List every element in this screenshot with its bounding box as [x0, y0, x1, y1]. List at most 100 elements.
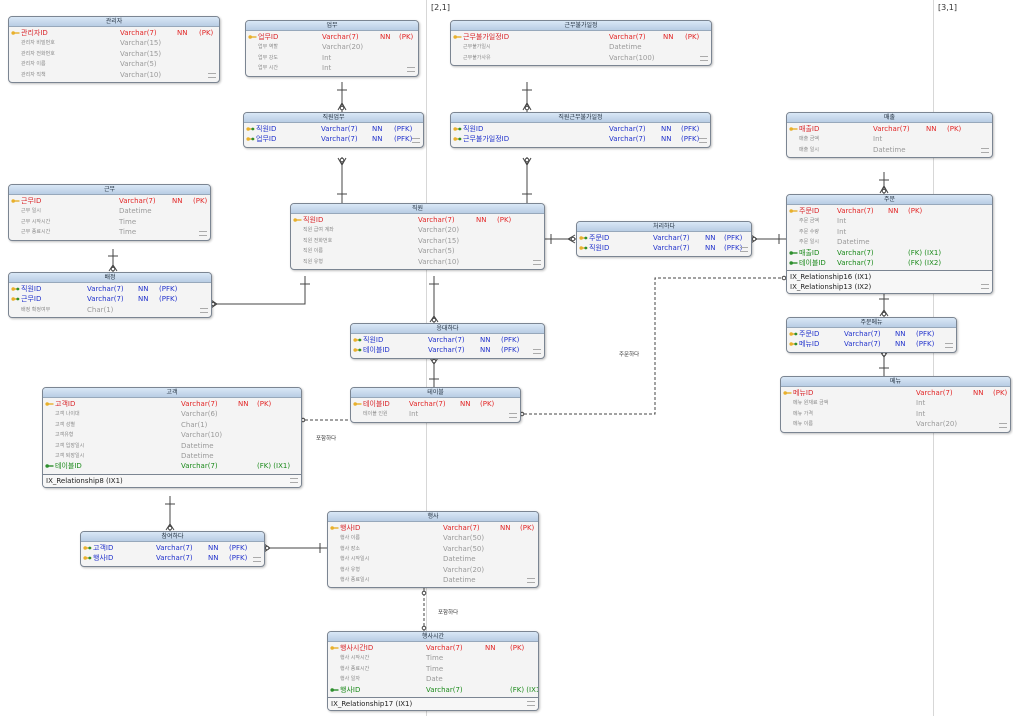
column-row[interactable]: 행사시간ID Varchar(7) NN (PK)	[328, 643, 538, 653]
entity-assignment[interactable]: 배정 직원ID Varchar(7) NN (PFK) 근무ID Varchar(7) NN (…	[8, 272, 212, 319]
column-row[interactable]: 직원 급여 계좌 Varchar(20)	[291, 225, 544, 235]
resize-grip-icon[interactable]	[527, 700, 535, 706]
column-row[interactable]: 테이블ID Varchar(7) (FK) (IX1)	[43, 461, 301, 471]
entity-attend[interactable]: 참여하다 고객ID Varchar(7) NN (PFK) 행사ID Varchar(7) N…	[80, 531, 265, 567]
column-row[interactable]: 업무 역할 Varchar(20)	[246, 42, 418, 52]
column-row[interactable]: 관리자 비밀번호 Varchar(15)	[9, 38, 219, 48]
column-row[interactable]: 행사 유형 Varchar(20)	[328, 565, 538, 575]
resize-grip-icon[interactable]	[945, 342, 953, 348]
column-row[interactable]: 관리자ID Varchar(7) NN (PK)	[9, 28, 219, 38]
column-row[interactable]: 고객 입장일시 Datetime	[43, 441, 301, 451]
column-row[interactable]: 주문 일시 Datetime	[787, 237, 992, 247]
column-row[interactable]: 근무불가일정ID Varchar(7) NN (PK)	[451, 32, 711, 42]
entity-process[interactable]: 처리하다 주문ID Varchar(7) NN (PFK) 직원ID Varchar(7) N…	[576, 221, 752, 257]
column-row[interactable]: 메뉴 가격 Int	[781, 409, 1010, 419]
column-row[interactable]: 업무 강도 Int	[246, 53, 418, 63]
column-row[interactable]: 주문ID Varchar(7) NN (PFK)	[577, 233, 751, 243]
column-row[interactable]: 메뉴 이름 Varchar(20)	[781, 419, 1010, 429]
resize-grip-icon[interactable]	[199, 230, 207, 236]
column-row[interactable]: 고객 나이대 Varchar(6)	[43, 409, 301, 419]
resize-grip-icon[interactable]	[200, 308, 208, 314]
column-row[interactable]: 근무 일시 Datetime	[9, 206, 210, 216]
column-row[interactable]: 주문 금액 Int	[787, 216, 992, 226]
column-row[interactable]: 행사 이름 Varchar(50)	[328, 533, 538, 543]
column-row[interactable]: 매출ID Varchar(7) (FK) (IX1)	[787, 248, 992, 258]
resize-grip-icon[interactable]	[407, 66, 415, 72]
column-row[interactable]: 메뉴 원재료 금액 Int	[781, 398, 1010, 408]
column-row[interactable]: 업무 시간 Int	[246, 63, 418, 73]
column-row[interactable]: 직원ID Varchar(7) NN (PFK)	[451, 124, 710, 134]
column-row[interactable]: 행사 일자 Date	[328, 674, 538, 684]
resize-grip-icon[interactable]	[412, 137, 420, 143]
column-row[interactable]: 근무불가사유 Varchar(100)	[451, 53, 711, 63]
column-row[interactable]: 근무 시작시간 Time	[9, 217, 210, 227]
resize-grip-icon[interactable]	[700, 56, 708, 62]
column-row[interactable]: 행사 종료일시 Datetime	[328, 575, 538, 585]
resize-grip-icon[interactable]	[533, 259, 541, 265]
entity-staff-task[interactable]: 직원업무 직원ID Varchar(7) NN (PFK) 업무ID Varchar(7) N…	[243, 112, 424, 148]
column-row[interactable]: 테이블ID Varchar(7) NN (PFK)	[351, 345, 544, 355]
resize-grip-icon[interactable]	[981, 148, 989, 154]
column-row[interactable]: 테이블ID Varchar(7) (FK) (IX2)	[787, 258, 992, 268]
column-row[interactable]: 업무ID Varchar(7) NN (PFK)	[244, 134, 423, 144]
resize-grip-icon[interactable]	[208, 72, 216, 78]
column-row[interactable]: 직원ID Varchar(7) NN (PFK)	[351, 335, 544, 345]
column-row[interactable]: 근무ID Varchar(7) NN (PK)	[9, 196, 210, 206]
column-row[interactable]: 직원 전화번호 Varchar(15)	[291, 236, 544, 246]
entity-order[interactable]: 주문 주문ID Varchar(7) NN (PK) 주문 금액 Int 주문 수량 Int 주문…	[786, 194, 993, 295]
entity-table[interactable]: 테이블 테이블ID Varchar(7) NN (PK) 테이블 인원 Int	[350, 387, 521, 423]
column-row[interactable]: 행사ID Varchar(7) NN (PFK)	[81, 553, 264, 563]
column-row[interactable]: 직원ID Varchar(7) NN (PFK)	[9, 284, 211, 294]
column-row[interactable]: 주문ID Varchar(7) NN (PFK)	[787, 329, 956, 339]
resize-grip-icon[interactable]	[290, 477, 298, 483]
column-row[interactable]: 직원ID Varchar(7) NN (PFK)	[577, 243, 751, 253]
column-row[interactable]: 행사ID Varchar(7) NN (PK)	[328, 523, 538, 533]
column-row[interactable]: 직원 유형 Varchar(10)	[291, 257, 544, 267]
column-row[interactable]: 근무ID Varchar(7) NN (PFK)	[9, 294, 211, 304]
entity-order-menu[interactable]: 주문메뉴 주문ID Varchar(7) NN (PFK) 메뉴ID Varchar(7) N…	[786, 317, 957, 353]
column-row[interactable]: 주문ID Varchar(7) NN (PK)	[787, 206, 992, 216]
column-row[interactable]: 행사 장소 Varchar(50)	[328, 544, 538, 554]
resize-grip-icon[interactable]	[509, 412, 517, 418]
column-row[interactable]: 근무 종료시간 Time	[9, 227, 210, 237]
column-row[interactable]: 행사 종료시간 Time	[328, 664, 538, 674]
entity-customer[interactable]: 고객 고객ID Varchar(7) NN (PK) 고객 나이대 Varchar(6) 고객…	[42, 387, 302, 488]
column-row[interactable]: 고객ID Varchar(7) NN (PFK)	[81, 543, 264, 553]
column-row[interactable]: 근무불가일시 Datetime	[451, 42, 711, 52]
resize-grip-icon[interactable]	[699, 137, 707, 143]
entity-task[interactable]: 업무 업무ID Varchar(7) NN (PK) 업무 역할 Varchar(20) 업무…	[245, 20, 419, 77]
column-row[interactable]: 고객유형 Varchar(10)	[43, 430, 301, 440]
column-row[interactable]: 관리자 전화번호 Varchar(15)	[9, 49, 219, 59]
column-row[interactable]: 고객 성별 Char(1)	[43, 420, 301, 430]
entity-menu[interactable]: 메뉴 메뉴ID Varchar(7) NN (PK) 메뉴 원재료 금액 Int 메뉴 가격 I…	[780, 376, 1011, 433]
entity-shift[interactable]: 근무 근무ID Varchar(7) NN (PK) 근무 일시 Datetime 근무 시작…	[8, 184, 211, 241]
resize-grip-icon[interactable]	[533, 348, 541, 354]
resize-grip-icon[interactable]	[740, 246, 748, 252]
column-row[interactable]: 직원ID Varchar(7) NN (PK)	[291, 215, 544, 225]
column-row[interactable]: 매출ID Varchar(7) NN (PK)	[787, 124, 992, 134]
resize-grip-icon[interactable]	[999, 422, 1007, 428]
column-row[interactable]: 행사 시작시간 Time	[328, 653, 538, 663]
column-row[interactable]: 테이블ID Varchar(7) NN (PK)	[351, 399, 520, 409]
entity-in-charge[interactable]: 응대하다 직원ID Varchar(7) NN (PFK) 테이블ID Varchar(7)…	[350, 323, 545, 359]
entity-event[interactable]: 행사 행사ID Varchar(7) NN (PK) 행사 이름 Varchar(50) 행사…	[327, 511, 539, 589]
entity-staff-unavailable[interactable]: 직원근무불가일정 직원ID Varchar(7) NN (PFK) 근무불가일정ID Var…	[450, 112, 711, 148]
entity-sales[interactable]: 매출 매출ID Varchar(7) NN (PK) 매출 금액 Int 매출 일시 Datet…	[786, 112, 993, 159]
resize-grip-icon[interactable]	[981, 284, 989, 290]
column-row[interactable]: 매출 금액 Int	[787, 134, 992, 144]
column-row[interactable]: 고객 퇴장일시 Datetime	[43, 451, 301, 461]
entity-staff[interactable]: 직원 직원ID Varchar(7) NN (PK) 직원 급여 계좌 Varchar(20…	[290, 203, 545, 270]
column-row[interactable]: 관리자 이름 Varchar(5)	[9, 59, 219, 69]
entity-manager[interactable]: 관리자 관리자ID Varchar(7) NN (PK) 관리자 비밀번호 Varchar(…	[8, 16, 220, 83]
column-row[interactable]: 주문 수량 Int	[787, 227, 992, 237]
resize-grip-icon[interactable]	[527, 578, 535, 584]
column-row[interactable]: 행사ID Varchar(7) (FK) (IX1)	[328, 685, 538, 695]
column-row[interactable]: 직원ID Varchar(7) NN (PFK)	[244, 124, 423, 134]
entity-event-time[interactable]: 행사시간 행사시간ID Varchar(7) NN (PK) 행사 시작시간 Time 행사 …	[327, 631, 539, 711]
column-row[interactable]: 배정 확정여부 Char(1)	[9, 305, 211, 315]
resize-grip-icon[interactable]	[253, 556, 261, 562]
column-row[interactable]: 고객ID Varchar(7) NN (PK)	[43, 399, 301, 409]
column-row[interactable]: 테이블 인원 Int	[351, 409, 520, 419]
column-row[interactable]: 메뉴ID Varchar(7) NN (PK)	[781, 388, 1010, 398]
column-row[interactable]: 매출 일시 Datetime	[787, 145, 992, 155]
